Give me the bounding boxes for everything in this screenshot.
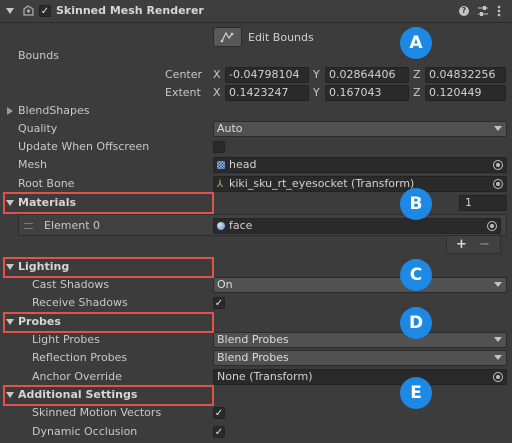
dynamic-occlusion-label: Dynamic Occlusion	[32, 425, 138, 438]
more-options-icon[interactable]	[497, 5, 501, 17]
component-title: Skinned Mesh Renderer	[56, 4, 204, 17]
root-bone-field[interactable]: ⅄ kiki_sku_rt_eyesocket (Transform)	[213, 176, 507, 192]
add-element-button[interactable]: +	[456, 237, 467, 253]
quality-value: Auto	[217, 122, 243, 135]
cast-shadows-value: On	[217, 278, 233, 291]
edit-bounds-button[interactable]	[213, 27, 242, 47]
cast-shadows-label: Cast Shadows	[32, 278, 110, 291]
extent-x-label[interactable]: X	[213, 85, 221, 101]
extent-y-field[interactable]: 0.167043	[325, 85, 409, 101]
drag-handle-icon[interactable]	[24, 223, 33, 229]
extent-z-label[interactable]: Z	[413, 85, 421, 101]
material-element-label: Element 0	[44, 219, 101, 232]
update-offscreen-checkbox[interactable]	[213, 141, 225, 153]
additional-highlight-box	[3, 385, 214, 406]
receive-shadows-label: Receive Shadows	[32, 296, 128, 309]
extent-x-field[interactable]: 0.1423247	[225, 85, 309, 101]
object-picker-icon[interactable]	[493, 372, 503, 382]
edit-bounds-icon	[220, 31, 234, 43]
light-probes-label: Light Probes	[32, 333, 100, 346]
material-element-value: face	[229, 219, 253, 232]
center-y-field[interactable]: 0.02864406	[325, 67, 409, 83]
bounds-label: Bounds	[18, 49, 59, 62]
extent-label: Extent	[165, 86, 201, 99]
materials-highlight-box	[3, 192, 214, 214]
blendshapes-label[interactable]: BlendShapes	[18, 103, 90, 119]
update-offscreen-label: Update When Offscreen	[18, 140, 150, 153]
receive-shadows-checkbox[interactable]: ✓	[213, 297, 225, 309]
materials-count-field[interactable]: 1	[459, 195, 507, 211]
callout-e: E	[400, 377, 432, 409]
material-sphere-icon	[217, 222, 225, 230]
object-picker-icon[interactable]	[493, 160, 503, 170]
mesh-value: head	[229, 158, 257, 171]
light-probes-dropdown[interactable]: Blend Probes	[213, 332, 507, 348]
chevron-down-icon	[494, 337, 502, 342]
material-element-field[interactable]: face	[213, 218, 501, 234]
object-picker-icon[interactable]	[493, 179, 503, 189]
anchor-override-field[interactable]: None (Transform)	[213, 369, 507, 385]
callout-d: D	[400, 307, 432, 339]
motion-vectors-label: Skinned Motion Vectors	[32, 406, 162, 419]
extent-y-label[interactable]: Y	[313, 85, 320, 101]
callout-a: A	[400, 27, 432, 59]
reflection-probes-dropdown[interactable]: Blend Probes	[213, 350, 507, 366]
center-y-label[interactable]: Y	[313, 67, 320, 83]
quality-dropdown[interactable]: Auto	[213, 121, 507, 137]
reflection-probes-value: Blend Probes	[217, 351, 289, 364]
light-probes-value: Blend Probes	[217, 333, 289, 346]
center-z-label[interactable]: Z	[413, 67, 421, 83]
foldout-arrow-icon[interactable]	[6, 8, 14, 14]
anchor-override-value: None (Transform)	[217, 370, 313, 383]
center-z-field[interactable]: 0.04832256	[425, 67, 506, 83]
transform-icon: ⅄	[217, 179, 224, 190]
quality-label: Quality	[18, 122, 58, 135]
object-picker-icon[interactable]	[487, 221, 497, 231]
chevron-down-icon	[494, 282, 502, 287]
center-label: Center	[165, 68, 203, 81]
dynamic-occlusion-checkbox[interactable]: ✓	[213, 426, 225, 438]
chevron-down-icon	[494, 355, 502, 360]
mesh-field[interactable]: head	[213, 157, 507, 173]
cast-shadows-dropdown[interactable]: On	[213, 277, 507, 293]
edit-bounds-label: Edit Bounds	[248, 31, 314, 44]
center-x-field[interactable]: -0.04798104	[225, 67, 309, 83]
remove-element-button[interactable]: −	[479, 237, 490, 253]
component-icon	[22, 4, 35, 17]
root-bone-label: Root Bone	[18, 177, 75, 190]
help-icon[interactable]: ?	[459, 6, 469, 16]
mesh-grid-icon	[217, 161, 225, 169]
anchor-override-label: Anchor Override	[32, 370, 122, 383]
reflection-probes-label: Reflection Probes	[32, 351, 128, 364]
presets-icon[interactable]	[477, 5, 489, 17]
motion-vectors-checkbox[interactable]: ✓	[213, 407, 225, 419]
callout-b: B	[400, 188, 432, 220]
list-footer	[446, 236, 501, 254]
probes-highlight-box	[3, 312, 214, 333]
root-bone-value: kiki_sku_rt_eyesocket (Transform)	[229, 177, 415, 190]
extent-z-field[interactable]: 0.120449	[425, 85, 506, 101]
blendshapes-foldout-icon[interactable]	[7, 107, 13, 115]
chevron-down-icon	[494, 126, 502, 131]
center-x-label[interactable]: X	[213, 67, 221, 83]
mesh-label: Mesh	[18, 158, 47, 171]
enabled-checkbox[interactable]: ✓	[39, 5, 51, 17]
callout-c: C	[400, 259, 432, 291]
lighting-highlight-box	[3, 257, 214, 278]
